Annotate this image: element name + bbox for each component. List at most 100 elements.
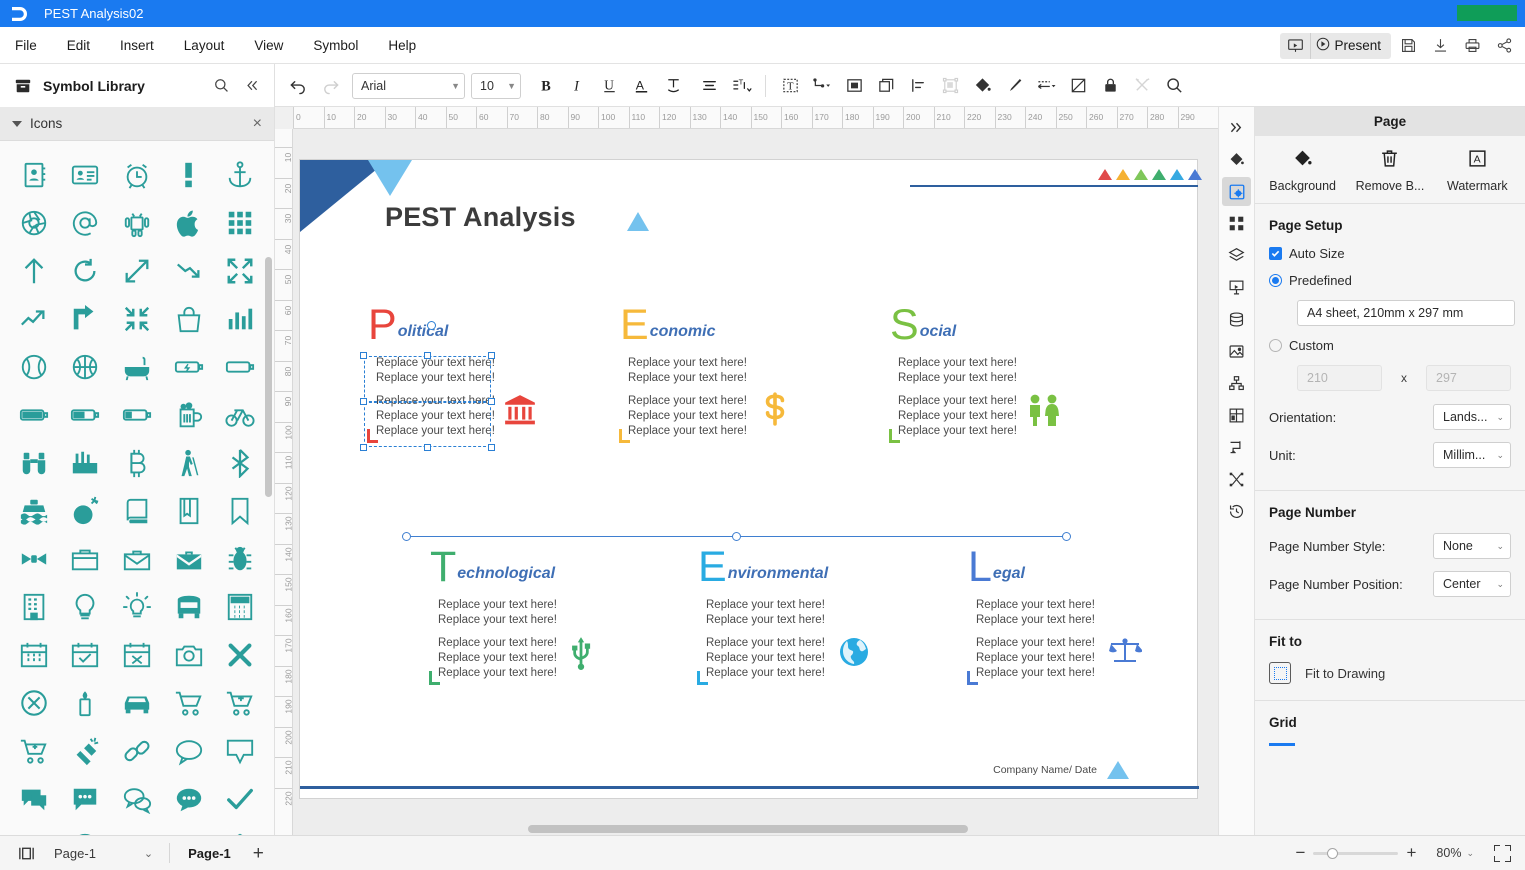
block-text[interactable]: Replace your text here! Replace your tex…: [706, 598, 827, 681]
block-text[interactable]: Replace your text here! Replace your tex…: [628, 356, 747, 439]
toolbox-icon[interactable]: [62, 536, 108, 582]
factory-icon[interactable]: [62, 440, 108, 486]
arrow-expand-diagonal-icon[interactable]: [114, 248, 160, 294]
chat-square-icon[interactable]: [11, 824, 57, 835]
resize-handle-e[interactable]: [488, 398, 495, 405]
menu-layout[interactable]: Layout: [169, 27, 240, 64]
shopping-bag-icon[interactable]: [166, 296, 212, 342]
canvas-hscrollbar-thumb[interactable]: [528, 825, 968, 833]
menu-edit[interactable]: Edit: [52, 27, 105, 64]
search-icon[interactable]: [210, 75, 232, 97]
download-icon[interactable]: [1425, 31, 1455, 61]
resize-handle-n[interactable]: [424, 352, 431, 359]
image-icon[interactable]: [1222, 337, 1251, 366]
rotation-handle[interactable]: [427, 321, 436, 330]
arrow-up-icon[interactable]: [11, 248, 57, 294]
pest-block-political[interactable]: Political Replace your text here! Replac…: [360, 303, 535, 451]
book-icon[interactable]: [114, 488, 160, 534]
drawing-page[interactable]: PEST Analysis Political Replace your tex…: [299, 159, 1202, 799]
pest-block-social[interactable]: Social Replace your text here! Replace y…: [889, 303, 1059, 443]
menu-symbol[interactable]: Symbol: [298, 27, 373, 64]
bitcoin-icon[interactable]: [114, 440, 160, 486]
page-tab-page-1[interactable]: Page-1: [188, 846, 231, 861]
line-style-icon[interactable]: [1030, 70, 1062, 102]
binoculars-icon[interactable]: [11, 440, 57, 486]
baseball-icon[interactable]: [11, 344, 57, 390]
predefined-size-input[interactable]: A4 sheet, 210mm x 297 mm: [1297, 300, 1515, 326]
block-text[interactable]: Replace your text here! Replace your tex…: [438, 598, 557, 681]
footer-text[interactable]: Company Name/ Date: [993, 764, 1097, 776]
menu-insert[interactable]: Insert: [105, 27, 169, 64]
battery-full-icon[interactable]: [11, 392, 57, 438]
book-closed-icon[interactable]: [166, 488, 212, 534]
lock-icon[interactable]: [1094, 70, 1126, 102]
canvas-hscrollbar[interactable]: [293, 823, 1218, 835]
clock-icon[interactable]: [62, 824, 108, 835]
text-effect-icon[interactable]: [657, 70, 689, 102]
bus-icon[interactable]: [166, 584, 212, 630]
battery-half-icon[interactable]: [62, 392, 108, 438]
menu-file[interactable]: File: [0, 27, 52, 64]
chain-link-icon[interactable]: [114, 728, 160, 774]
candle-icon[interactable]: [62, 680, 108, 726]
arrow-down-zigzag-icon[interactable]: [166, 248, 212, 294]
expand-chevrons-icon[interactable]: [1222, 113, 1251, 142]
pest-block-technological[interactable]: Technological Replace your text here! Re…: [429, 545, 591, 685]
battery-charging-icon[interactable]: [166, 344, 212, 390]
page-settings-icon[interactable]: [1222, 177, 1251, 206]
arrange-icon[interactable]: [934, 70, 966, 102]
resize-handle-ne[interactable]: [488, 352, 495, 359]
chevron-down-icon[interactable]: ⌄: [1466, 848, 1474, 859]
blind-person-icon[interactable]: [166, 440, 212, 486]
chat-bubble-icon[interactable]: [166, 728, 212, 774]
library-scrollbar[interactable]: [265, 257, 272, 497]
bow-tie-icon[interactable]: [11, 536, 57, 582]
menu-help[interactable]: Help: [373, 27, 431, 64]
briefcase-filled-icon[interactable]: [166, 536, 212, 582]
alarm-clock-icon[interactable]: [114, 152, 160, 198]
page-width-input[interactable]: 210: [1297, 365, 1382, 391]
presentation-icon[interactable]: [1222, 273, 1251, 302]
custom-radio[interactable]: [1269, 339, 1282, 352]
pest-block-economic[interactable]: Economic Replace your text here! Replace…: [619, 303, 785, 443]
page-number-position-select[interactable]: Center ⌄: [1433, 571, 1511, 597]
align-left-icon[interactable]: [902, 70, 934, 102]
bomb-icon[interactable]: [62, 488, 108, 534]
line-spacing-icon[interactable]: T: [725, 70, 757, 102]
calendar-icon[interactable]: [11, 632, 57, 678]
connector-node-mid[interactable]: [732, 532, 741, 541]
bookmark-icon[interactable]: [217, 488, 263, 534]
fit-to-drawing-button[interactable]: Fit to Drawing: [1269, 662, 1511, 684]
italic-icon[interactable]: I: [561, 70, 593, 102]
resize-handle-se[interactable]: [488, 444, 495, 451]
lightbulb-on-icon[interactable]: [114, 584, 160, 630]
bicycle-icon[interactable]: [217, 392, 263, 438]
underline-icon[interactable]: U: [593, 70, 625, 102]
search-icon[interactable]: [1158, 70, 1190, 102]
building-icon[interactable]: [11, 584, 57, 630]
flashlight-icon[interactable]: [62, 728, 108, 774]
orientation-select[interactable]: Lands... ⌄: [1433, 404, 1511, 430]
align-icon[interactable]: [693, 70, 725, 102]
auto-size-checkbox[interactable]: [1269, 247, 1282, 260]
add-page-button[interactable]: +: [253, 844, 264, 863]
redo-icon[interactable]: [314, 70, 346, 102]
block-text[interactable]: Replace your text here! Replace your tex…: [976, 598, 1095, 681]
predefined-radio[interactable]: [1269, 274, 1282, 287]
block-text[interactable]: Replace your text here! Replace your tex…: [898, 356, 1017, 439]
chat-dots-round-icon[interactable]: [166, 776, 212, 822]
cube-icon[interactable]: [217, 824, 263, 835]
grid-dots-icon[interactable]: [217, 200, 263, 246]
lightbulb-icon[interactable]: [62, 584, 108, 630]
battery-low-icon[interactable]: [114, 392, 160, 438]
check-icon[interactable]: [217, 776, 263, 822]
brush-icon[interactable]: [998, 70, 1030, 102]
aperture-icon[interactable]: [11, 200, 57, 246]
table-icon[interactable]: [1222, 401, 1251, 430]
beer-mug-icon[interactable]: [166, 392, 212, 438]
expand-four-arrows-icon[interactable]: [217, 248, 263, 294]
x-mark-icon[interactable]: [217, 632, 263, 678]
slide-title[interactable]: PEST Analysis: [385, 202, 576, 233]
connector-icon[interactable]: [806, 70, 838, 102]
layers-icon[interactable]: [1222, 241, 1251, 270]
